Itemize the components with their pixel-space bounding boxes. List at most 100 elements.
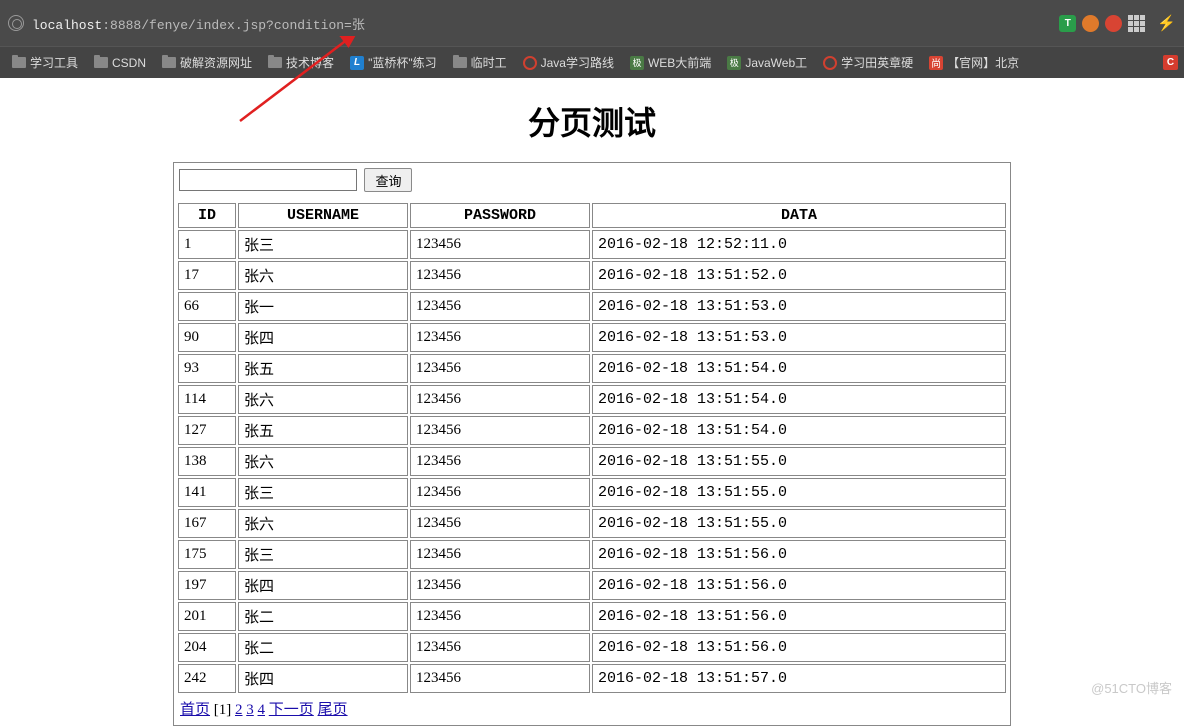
- bookmark-item[interactable]: 破解资源网址: [156, 50, 258, 75]
- bookmark-label: CSDN: [112, 56, 146, 70]
- pager-next[interactable]: 下一页: [269, 702, 314, 718]
- csdn-corner-icon[interactable]: C: [1163, 55, 1178, 70]
- bookmark-item[interactable]: Java学习路线: [517, 50, 620, 75]
- cell-data: 2016-02-18 13:51:55.0: [592, 478, 1006, 507]
- col-id: ID: [178, 203, 236, 228]
- search-button[interactable]: 查询: [364, 168, 412, 192]
- cell-id: 201: [178, 602, 236, 631]
- pager-first[interactable]: 首页: [180, 702, 210, 718]
- cell-password: 123456: [410, 478, 590, 507]
- cell-password: 123456: [410, 261, 590, 290]
- cell-username: 张五: [238, 354, 408, 383]
- bookmark-label: Java学习路线: [541, 54, 614, 71]
- bookmark-label: 学习田英章硬: [841, 54, 913, 71]
- bookmark-item[interactable]: 技术博客: [262, 50, 340, 75]
- cell-password: 123456: [410, 571, 590, 600]
- table-row: 201张二1234562016-02-18 13:51:56.0: [178, 602, 1006, 631]
- folder-icon: [268, 57, 282, 68]
- cell-id: 242: [178, 664, 236, 693]
- table-row: 138张六1234562016-02-18 13:51:55.0: [178, 447, 1006, 476]
- cell-username: 张三: [238, 540, 408, 569]
- pager-page[interactable]: 4: [258, 702, 266, 718]
- bookmark-label: 临时工: [471, 54, 507, 71]
- col-username: USERNAME: [238, 203, 408, 228]
- table-row: 127张五1234562016-02-18 13:51:54.0: [178, 416, 1006, 445]
- bookmark-label: "蓝桥杯"练习: [368, 54, 437, 71]
- cell-password: 123456: [410, 447, 590, 476]
- extension-t-icon[interactable]: T: [1059, 15, 1076, 32]
- opera-icon: [823, 56, 837, 70]
- bookmark-label: 【官网】北京: [947, 54, 1019, 71]
- cell-password: 123456: [410, 633, 590, 662]
- results-table: ID USERNAME PASSWORD DATA 1张三1234562016-…: [176, 201, 1008, 695]
- bookmark-item[interactable]: CSDN: [88, 50, 152, 75]
- cell-id: 197: [178, 571, 236, 600]
- pager-current: [1]: [214, 702, 232, 718]
- table-header-row: ID USERNAME PASSWORD DATA: [178, 203, 1006, 228]
- table-row: 90张四1234562016-02-18 13:51:53.0: [178, 323, 1006, 352]
- bookmark-label: 学习工具: [30, 54, 78, 71]
- qr-icon[interactable]: [1128, 15, 1145, 32]
- cell-password: 123456: [410, 416, 590, 445]
- cell-username: 张二: [238, 602, 408, 631]
- col-password: PASSWORD: [410, 203, 590, 228]
- cell-username: 张二: [238, 633, 408, 662]
- bookmark-item[interactable]: 尚【官网】北京: [923, 50, 1025, 75]
- pager-page[interactable]: 2: [235, 702, 243, 718]
- bookmark-item[interactable]: 临时工: [447, 50, 513, 75]
- url-field[interactable]: localhost:8888/fenye/index.jsp?condition…: [32, 14, 1059, 33]
- shang-icon: 尚: [929, 56, 943, 70]
- bookmark-item[interactable]: 学习工具: [6, 50, 84, 75]
- cell-data: 2016-02-18 13:51:54.0: [592, 385, 1006, 414]
- ji-icon: 极: [727, 56, 741, 70]
- cell-password: 123456: [410, 354, 590, 383]
- cell-username: 张六: [238, 447, 408, 476]
- col-data: DATA: [592, 203, 1006, 228]
- table-row: 175张三1234562016-02-18 13:51:56.0: [178, 540, 1006, 569]
- bookmark-item[interactable]: 学习田英章硬: [817, 50, 919, 75]
- cell-data: 2016-02-18 13:51:56.0: [592, 571, 1006, 600]
- cell-data: 2016-02-18 13:51:56.0: [592, 602, 1006, 631]
- cell-username: 张三: [238, 478, 408, 507]
- extension-orange-icon[interactable]: [1082, 15, 1099, 32]
- cell-id: 175: [178, 540, 236, 569]
- cell-password: 123456: [410, 664, 590, 693]
- lanqiao-icon: L: [350, 56, 364, 70]
- bookmarks-bar: 学习工具CSDN破解资源网址技术博客L"蓝桥杯"练习临时工Java学习路线极WE…: [0, 46, 1184, 78]
- cell-id: 1: [178, 230, 236, 259]
- watermark: @51CTO博客: [1091, 678, 1172, 697]
- cell-id: 114: [178, 385, 236, 414]
- bookmark-item[interactable]: 极WEB大前端: [624, 50, 717, 75]
- table-row: 141张三1234562016-02-18 13:51:55.0: [178, 478, 1006, 507]
- cell-password: 123456: [410, 323, 590, 352]
- cell-id: 127: [178, 416, 236, 445]
- bookmark-label: JavaWeb工: [745, 54, 807, 71]
- pager-last[interactable]: 尾页: [318, 702, 348, 718]
- opera-icon: [523, 56, 537, 70]
- cell-data: 2016-02-18 13:51:53.0: [592, 323, 1006, 352]
- url-path: :8888/fenye/index.jsp?condition=张: [102, 18, 365, 33]
- table-row: 167张六1234562016-02-18 13:51:55.0: [178, 509, 1006, 538]
- table-row: 93张五1234562016-02-18 13:51:54.0: [178, 354, 1006, 383]
- cell-id: 167: [178, 509, 236, 538]
- extension-red-icon[interactable]: [1105, 15, 1122, 32]
- cell-username: 张四: [238, 664, 408, 693]
- pager-page[interactable]: 3: [246, 702, 254, 718]
- bookmark-item[interactable]: 极 JavaWeb工: [721, 50, 813, 75]
- site-icon: [8, 15, 24, 31]
- bolt-icon[interactable]: ⚡: [1157, 14, 1176, 32]
- bookmark-label: WEB大前端: [648, 54, 711, 71]
- cell-username: 张四: [238, 571, 408, 600]
- cell-id: 204: [178, 633, 236, 662]
- cell-username: 张六: [238, 385, 408, 414]
- search-input[interactable]: [179, 169, 357, 191]
- cell-password: 123456: [410, 292, 590, 321]
- table-row: 197张四1234562016-02-18 13:51:56.0: [178, 571, 1006, 600]
- bookmark-item[interactable]: L "蓝桥杯"练习: [344, 50, 443, 75]
- table-row: 114张六1234562016-02-18 13:51:54.0: [178, 385, 1006, 414]
- cell-password: 123456: [410, 509, 590, 538]
- table-row: 17张六1234562016-02-18 13:51:52.0: [178, 261, 1006, 290]
- cell-id: 90: [178, 323, 236, 352]
- cell-id: 66: [178, 292, 236, 321]
- folder-icon: [162, 57, 176, 68]
